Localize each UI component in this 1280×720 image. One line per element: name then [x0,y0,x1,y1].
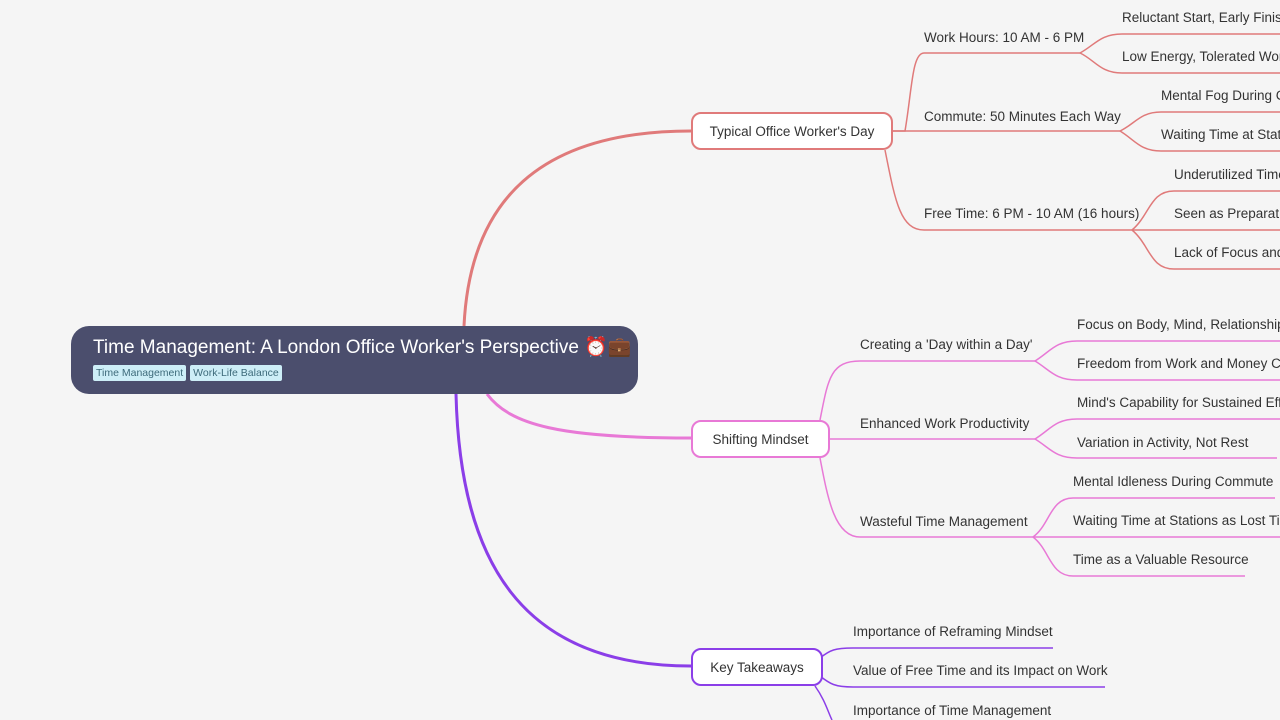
connector-b3-reframing [819,647,1053,659]
leaf-body-mind[interactable]: Focus on Body, Mind, Relationships [1077,317,1280,333]
clock-briefcase-icon: ⏰💼 [584,337,632,358]
leaf-reluctant-start[interactable]: Reluctant Start, Early Finish [1122,10,1280,26]
tag-work-life-balance[interactable]: Work-Life Balance [190,365,282,381]
leaf-preparation[interactable]: Seen as Preparation [1174,206,1280,222]
root-title: Time Management: A London Office Worker'… [93,336,632,360]
root-node[interactable]: Time Management: A London Office Worker'… [71,326,638,394]
topic-free-time[interactable]: Free Time: 6 PM - 10 AM (16 hours) [924,206,1139,222]
leaf-variation-activity[interactable]: Variation in Activity, Not Rest [1077,435,1248,451]
leaf-underutilized[interactable]: Underutilized Time [1174,167,1280,183]
tag-time-management[interactable]: Time Management [93,365,187,381]
topic-work-hours[interactable]: Work Hours: 10 AM - 6 PM [924,30,1084,46]
leaf-mental-idleness[interactable]: Mental Idleness During Commute [1073,474,1273,490]
connector-root-branch3 [454,393,692,668]
branch-shifting-mindset[interactable]: Shifting Mindset [691,420,830,458]
branch-key-takeaways[interactable]: Key Takeaways [691,648,823,686]
leaf-valuable-resource[interactable]: Time as a Valuable Resource [1073,552,1249,568]
topic-wasteful-time[interactable]: Wasteful Time Management [860,514,1028,530]
connector-root-branch2 [485,393,692,440]
leaf-sustained-effort[interactable]: Mind's Capability for Sustained Effort [1077,395,1280,411]
leaf-mental-fog[interactable]: Mental Fog During Commute [1161,88,1280,104]
topic-commute[interactable]: Commute: 50 Minutes Each Way [924,109,1121,125]
connector-b3-time-mgmt [814,685,833,720]
takeaway-time-management[interactable]: Importance of Time Management [853,703,1051,719]
leaf-freedom-money[interactable]: Freedom from Work and Money Concerns [1077,356,1280,372]
branch-typical-office-workers-day[interactable]: Typical Office Worker's Day [691,112,893,150]
leaf-lack-focus[interactable]: Lack of Focus and [1174,245,1280,261]
leaf-lost-time[interactable]: Waiting Time at Stations as Lost Time [1073,513,1280,529]
takeaway-free-time-value[interactable]: Value of Free Time and its Impact on Wor… [853,663,1108,679]
connector-root-branch1 [462,129,692,327]
root-title-text: Time Management: A London Office Worker'… [93,337,579,358]
leaf-waiting-stations[interactable]: Waiting Time at Stations [1161,127,1280,143]
topic-enhanced-productivity[interactable]: Enhanced Work Productivity [860,416,1029,432]
connector-b2-day-within [819,360,1035,421]
topic-day-within-day[interactable]: Creating a 'Day within a Day' [860,337,1032,353]
leaf-low-energy[interactable]: Low Energy, Tolerated Work [1122,49,1280,65]
takeaway-reframing[interactable]: Importance of Reframing Mindset [853,624,1053,640]
